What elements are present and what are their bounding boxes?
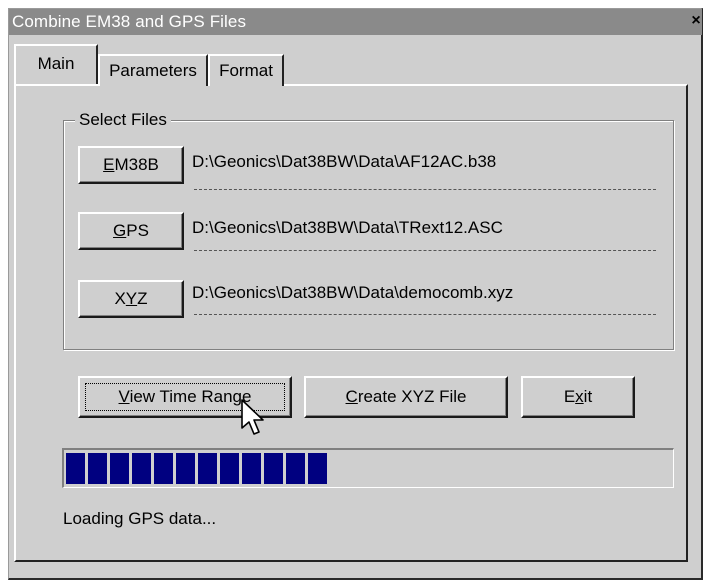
em38b-path: D:\Geonics\Dat38BW\Data\AF12AC.b38 xyxy=(192,152,497,171)
create-xyz-file-button[interactable]: Create XYZ File xyxy=(304,376,508,418)
progress-segment xyxy=(220,453,239,484)
mouse-pointer-icon xyxy=(241,399,264,435)
progress-segment xyxy=(242,453,261,484)
xyz-path: D:\Geonics\Dat38BW\Data\democomb.xyz xyxy=(192,283,514,302)
gps-button-label: PS xyxy=(126,221,149,240)
gps-button-mnemonic: G xyxy=(113,221,127,240)
em38b-button[interactable]: EM38B xyxy=(78,146,184,184)
tab-main[interactable]: Main xyxy=(14,44,98,84)
mnemonic-letter: x xyxy=(575,387,584,406)
progress-segment xyxy=(198,453,217,484)
close-icon[interactable]: × xyxy=(688,9,703,31)
progress-segment xyxy=(286,453,305,484)
em38b-button-label: M38B xyxy=(114,155,159,174)
progress-segment xyxy=(154,453,173,484)
xyz-button[interactable]: XYZ xyxy=(78,280,184,318)
tab-format[interactable]: Format xyxy=(208,54,284,86)
mnemonic-letter: C xyxy=(345,387,358,406)
tab-parameters[interactable]: Parameters xyxy=(98,54,208,86)
create-xyz-file-label: Create XYZ File xyxy=(345,387,467,406)
progress-segment xyxy=(110,453,129,484)
progress-segment xyxy=(132,453,151,484)
progress-segment xyxy=(66,453,85,484)
mnemonic-letter: V xyxy=(118,387,130,406)
progress-segment xyxy=(176,453,195,484)
progress-segment xyxy=(264,453,283,484)
gps-path: D:\Geonics\Dat38BW\Data\TRext12.ASC xyxy=(192,218,503,237)
exit-label: Exit xyxy=(563,387,593,406)
xyz-button-suffix: Z xyxy=(137,289,148,308)
view-time-range-label: View Time Range xyxy=(118,387,252,406)
title-bar[interactable]: Combine EM38 and GPS Files × xyxy=(9,9,702,35)
xyz-path-underline xyxy=(194,314,656,315)
window-title: Combine EM38 and GPS Files xyxy=(12,12,247,31)
exit-button[interactable]: Exit xyxy=(521,376,635,418)
em38b-path-underline xyxy=(194,189,656,190)
gps-button[interactable]: GPS xyxy=(78,212,184,250)
xyz-button-prefix: X xyxy=(114,289,126,308)
progress-segment xyxy=(308,453,327,484)
progress-bar xyxy=(62,448,674,488)
em38b-button-mnemonic: E xyxy=(103,155,115,174)
xyz-button-mnemonic: Y xyxy=(125,289,138,308)
gps-path-underline xyxy=(194,250,656,251)
status-text: Loading GPS data... xyxy=(63,509,217,528)
progress-segment xyxy=(88,453,107,484)
select-files-legend: Select Files xyxy=(75,110,171,130)
